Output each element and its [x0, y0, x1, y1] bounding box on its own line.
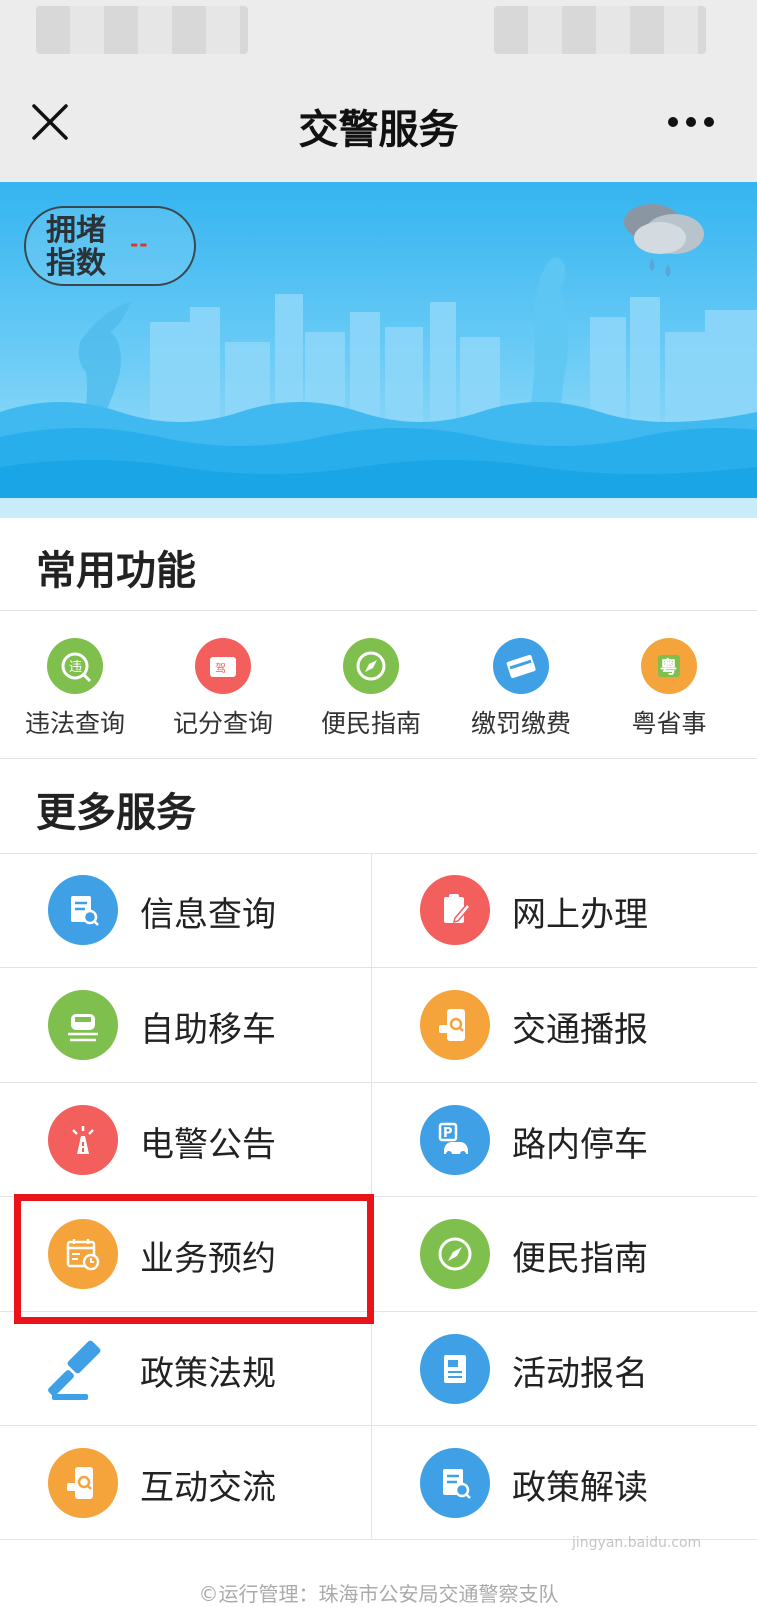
func-score-query[interactable]: 驾 记分查询 [148, 634, 298, 744]
yue-app-icon: 粤 [641, 638, 697, 694]
func-label: 粤省事 [631, 709, 707, 738]
func-label: 记分查询 [172, 709, 273, 738]
service-self-move-car[interactable]: 自助移车 [0, 968, 378, 1082]
service-label: 便民指南 [512, 1239, 648, 1279]
status-bar [0, 0, 757, 62]
service-interactive-exchange[interactable]: 互动交流 [0, 1426, 378, 1540]
service-policies-regulations[interactable]: 政策法规 [0, 1312, 378, 1426]
car-tow-icon [48, 990, 118, 1060]
service-label: 自助移车 [140, 1010, 276, 1050]
congestion-index-value: -- [130, 232, 149, 256]
form-icon [420, 1334, 490, 1404]
watermark-url: jingyan.baidu.com [572, 1535, 702, 1551]
common-functions-title: 常用功能 [36, 548, 196, 594]
service-traffic-broadcast[interactable]: 交通播报 [372, 968, 750, 1082]
gavel-icon [48, 1334, 118, 1404]
func-violation-query[interactable]: 违 违法查询 [0, 634, 150, 744]
func-label: 便民指南 [320, 709, 421, 738]
service-label: 互动交流 [140, 1468, 276, 1508]
func-fine-payment[interactable]: 缴罚缴费 [446, 634, 596, 744]
more-menu-button[interactable] [661, 104, 721, 140]
road-camera-icon [48, 1105, 118, 1175]
clipboard-edit-icon [420, 875, 490, 945]
func-label: 违法查询 [24, 709, 125, 738]
violation-icon: 违 [47, 638, 103, 694]
compass-icon [343, 638, 399, 694]
service-info-query[interactable]: 信息查询 [0, 853, 378, 967]
highlight-annotation-box [14, 1194, 374, 1324]
svg-text:粤: 粤 [660, 657, 677, 678]
service-label: 活动报名 [512, 1354, 648, 1394]
func-yue-app[interactable]: 粤 粤省事 [594, 634, 744, 744]
service-label: 路内停车 [512, 1125, 648, 1165]
svg-text:驾: 驾 [215, 662, 226, 675]
document-search-icon [420, 1448, 490, 1518]
service-label: 交通播报 [512, 1010, 648, 1050]
license-icon: 驾 [195, 638, 251, 694]
parking-icon: P [420, 1105, 490, 1175]
congestion-index-label: 拥堵指数 [46, 213, 106, 281]
document-search-icon [48, 875, 118, 945]
divider [0, 610, 757, 611]
congestion-index-badge[interactable]: 拥堵指数 -- [24, 206, 196, 286]
rain-cloud-icon [624, 204, 704, 277]
service-label: 信息查询 [140, 895, 276, 935]
service-street-parking[interactable]: P 路内停车 [372, 1083, 750, 1197]
more-services-title: 更多服务 [36, 790, 196, 836]
more-dots-icon [668, 117, 714, 127]
status-bar-blurred-right [494, 6, 706, 54]
compass-icon [420, 1219, 490, 1289]
status-bar-blurred-left [36, 6, 248, 54]
service-event-registration[interactable]: 活动报名 [372, 1312, 750, 1426]
phone-search-icon [48, 1448, 118, 1518]
nav-bar: 交警服务 [0, 62, 757, 182]
func-convenience-guide[interactable]: 便民指南 [296, 634, 446, 744]
svg-text:P: P [443, 1126, 453, 1141]
service-convenience-guide[interactable]: 便民指南 [372, 1197, 750, 1311]
payment-card-icon [493, 638, 549, 694]
service-label: 政策法规 [140, 1354, 276, 1394]
service-label: 网上办理 [512, 895, 648, 935]
divider [0, 758, 757, 759]
phone-search-icon [420, 990, 490, 1060]
page-title: 交警服务 [298, 107, 459, 153]
service-online-processing[interactable]: 网上办理 [372, 853, 750, 967]
svg-text:违: 违 [69, 660, 82, 675]
service-label: 电警公告 [140, 1125, 276, 1165]
service-e-police-notice[interactable]: 电警公告 [0, 1083, 378, 1197]
func-label: 缴罚缴费 [470, 709, 571, 738]
banner: 拥堵指数 -- [0, 182, 757, 518]
footer-credit: ©运行管理：珠海市公安局交通警察支队 [198, 1582, 559, 1606]
